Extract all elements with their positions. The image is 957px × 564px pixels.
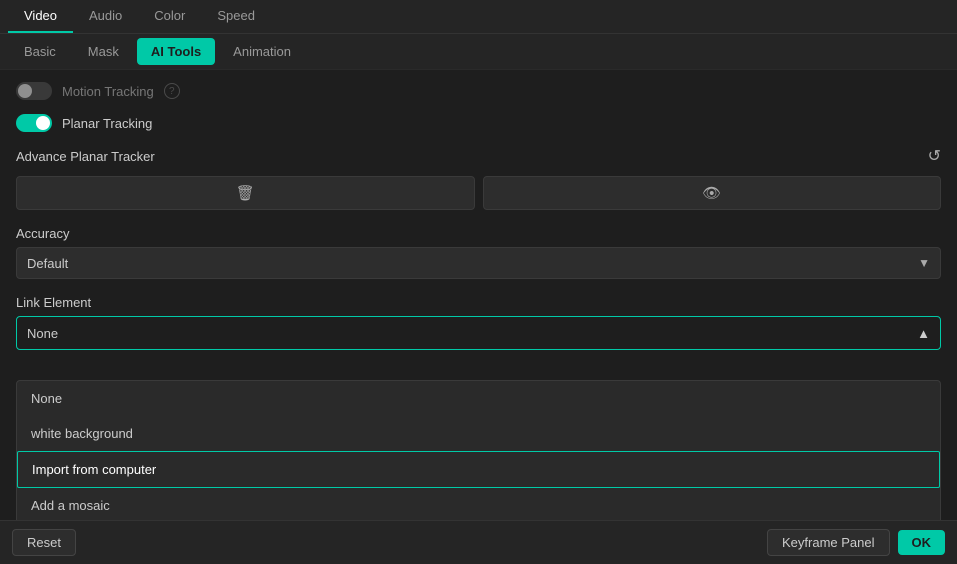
planar-tracking-toggle[interactable] [16,114,52,132]
sub-tab-bar: Basic Mask AI Tools Animation [0,34,957,70]
accuracy-arrow-icon: ▼ [918,256,930,270]
accuracy-dropdown[interactable]: Default ▼ [16,247,941,279]
action-buttons-row: 🗑 👁 [16,176,941,210]
ok-button[interactable]: OK [898,530,946,555]
subtab-mask[interactable]: Mask [74,38,133,65]
advance-planar-tracker-title: Advance Planar Tracker [16,149,155,164]
link-element-arrow-icon: ▲ [917,326,930,341]
bottom-right-actions: Keyframe Panel OK [767,529,945,556]
motion-tracking-info-icon[interactable]: ? [164,83,180,99]
delete-icon: 🗑 [236,184,255,202]
subtab-ai-tools[interactable]: AI Tools [137,38,215,65]
link-element-dropdown[interactable]: None ▲ [16,316,941,350]
link-element-value: None [27,326,58,341]
motion-tracking-row: Motion Tracking ? [16,82,941,100]
planar-tracking-row: Planar Tracking [16,114,941,132]
advance-planar-tracker-header: Advance Planar Tracker ↺ [16,146,941,166]
tab-color[interactable]: Color [138,0,201,33]
link-element-dropdown-menu: None white background Import from comput… [16,380,941,520]
motion-tracking-toggle[interactable] [16,82,52,100]
subtab-animation[interactable]: Animation [219,38,305,65]
tab-speed[interactable]: Speed [201,0,271,33]
eye-button[interactable]: 👁 [483,176,942,210]
dropdown-item-add-a-mosaic[interactable]: Add a mosaic [17,488,940,520]
reset-button[interactable]: Reset [12,529,76,556]
bottom-bar: Reset Keyframe Panel OK [0,520,957,564]
dropdown-item-none[interactable]: None [17,381,940,416]
advance-planar-tracker-reset-icon[interactable]: ↺ [928,146,941,166]
accuracy-label: Accuracy [16,226,941,241]
dropdown-item-white-background[interactable]: white background [17,416,940,451]
top-tab-bar: Video Audio Color Speed [0,0,957,34]
subtab-basic[interactable]: Basic [10,38,70,65]
delete-button[interactable]: 🗑 [16,176,475,210]
dropdown-item-import-from-computer[interactable]: Import from computer [17,451,940,488]
tab-video[interactable]: Video [8,0,73,33]
main-content: Motion Tracking ? Planar Tracking Advanc… [0,70,957,520]
keyframe-panel-button[interactable]: Keyframe Panel [767,529,890,556]
motion-tracking-label: Motion Tracking [62,84,154,99]
tab-audio[interactable]: Audio [73,0,138,33]
planar-tracking-label: Planar Tracking [62,116,152,131]
link-element-label: Link Element [16,295,941,310]
eye-icon: 👁 [702,184,721,202]
accuracy-value: Default [27,256,68,271]
